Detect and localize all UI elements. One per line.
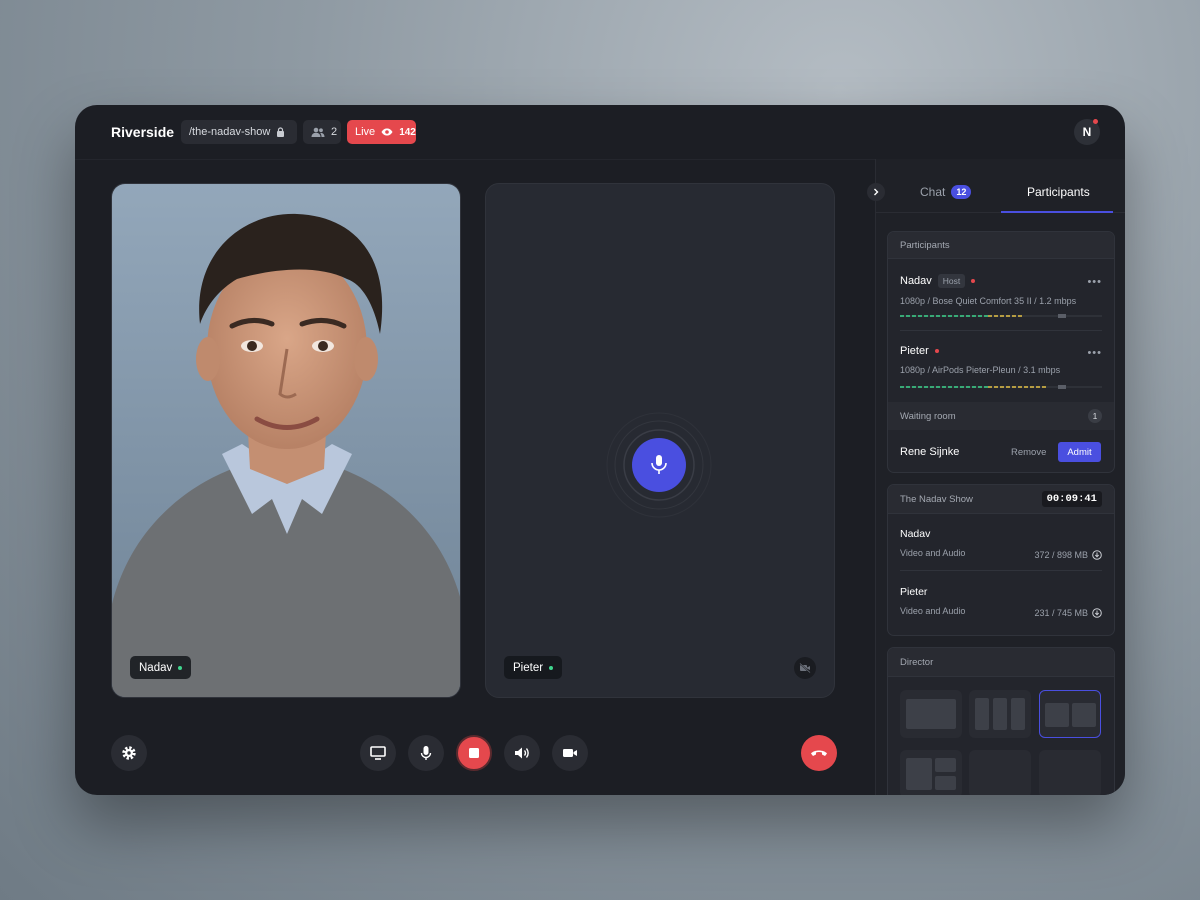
live-label: Live bbox=[355, 126, 376, 138]
nametag-nadav: Nadav bbox=[130, 656, 192, 679]
track-size: 231 / 745 MB bbox=[1034, 608, 1102, 618]
speaking-indicator bbox=[606, 412, 712, 518]
layout-option-three-column[interactable] bbox=[969, 690, 1031, 738]
participant-count-chip[interactable]: 2 bbox=[303, 120, 341, 144]
more-options-button[interactable]: ••• bbox=[1087, 347, 1102, 359]
record-stop-button[interactable] bbox=[456, 735, 492, 771]
online-status-dot bbox=[549, 665, 554, 670]
layout-option-empty[interactable] bbox=[1039, 750, 1101, 795]
recording-timer: 00:09:41 bbox=[1041, 491, 1102, 507]
row-divider bbox=[900, 330, 1102, 331]
participant-spec: 1080p / AirPods Pieter-Pleun / 3.1 mbps bbox=[900, 365, 1061, 375]
waiting-participant-name: Rene Sijnke bbox=[900, 446, 960, 458]
admit-button[interactable]: Admit bbox=[1058, 442, 1101, 462]
live-badge[interactable]: Live 142 bbox=[347, 120, 416, 144]
chat-unread-badge: 12 bbox=[951, 185, 972, 199]
more-options-button[interactable]: ••• bbox=[1087, 276, 1102, 288]
participant-row-pieter: Pieter 1080p / AirPods Pieter-Pleun / 3.… bbox=[900, 345, 1102, 389]
track-row-nadav: Nadav Video and Audio 372 / 898 MB bbox=[900, 528, 1102, 560]
host-badge: Host bbox=[937, 274, 966, 288]
layout-option-side-by-side[interactable] bbox=[1039, 690, 1101, 738]
layout-option-empty[interactable] bbox=[969, 750, 1031, 795]
settings-button[interactable] bbox=[111, 735, 147, 771]
collapse-panel-button[interactable] bbox=[867, 183, 885, 201]
studio-slug[interactable]: /the-nadav-show bbox=[181, 120, 297, 144]
settings-icon bbox=[122, 746, 136, 760]
track-row-pieter: Pieter Video and Audio 231 / 745 MB bbox=[900, 586, 1102, 618]
top-bar: Riverside /the-nadav-show 2 Live 142 N bbox=[75, 105, 1125, 160]
track-size-text: 372 / 898 MB bbox=[1034, 550, 1088, 560]
recording-dot bbox=[934, 349, 939, 353]
track-name: Pieter bbox=[900, 586, 928, 598]
active-tab-indicator bbox=[1001, 211, 1113, 213]
video-tile-nadav[interactable]: Nadav bbox=[111, 183, 461, 698]
remove-button[interactable]: Remove bbox=[1011, 447, 1046, 458]
participant-name: Pieter bbox=[900, 345, 929, 357]
online-status-dot bbox=[178, 665, 183, 670]
layout-option-grid[interactable] bbox=[900, 750, 962, 795]
participant-row-nadav: Nadav Host 1080p / Bose Quiet Comfort 35… bbox=[900, 274, 1102, 318]
audio-level-meter bbox=[900, 314, 1102, 318]
director-card: Director bbox=[887, 647, 1115, 795]
tab-participants[interactable]: Participants bbox=[1027, 185, 1090, 199]
track-name: Nadav bbox=[900, 528, 931, 540]
screen-share-button[interactable] bbox=[360, 735, 396, 771]
screen-share-icon bbox=[370, 746, 386, 760]
speaker-icon bbox=[515, 747, 529, 759]
director-card-title: Director bbox=[888, 648, 1114, 677]
video-tile-pieter[interactable]: Pieter bbox=[485, 183, 835, 698]
participants-card: Participants Nadav Host 1080p / Bose Qui… bbox=[887, 231, 1115, 473]
nametag-nadav-label: Nadav bbox=[139, 661, 173, 674]
audio-level-meter bbox=[900, 385, 1102, 389]
side-panel: Chat 12 Participants Participants Nadav … bbox=[867, 159, 1125, 795]
waiting-room-label: Waiting room bbox=[900, 410, 956, 422]
row-divider bbox=[900, 570, 1102, 571]
participants-card-title: Participants bbox=[888, 232, 1114, 259]
waiting-room-header: Waiting room 1 bbox=[888, 402, 1114, 430]
participant-video-image bbox=[112, 184, 460, 697]
lock-icon bbox=[276, 127, 285, 137]
participant-count: 2 bbox=[331, 126, 338, 138]
notification-dot bbox=[1093, 119, 1098, 124]
eye-icon bbox=[381, 128, 393, 136]
track-size-text: 231 / 745 MB bbox=[1034, 608, 1088, 618]
brand-logo: Riverside bbox=[111, 124, 175, 140]
participant-spec: 1080p / Bose Quiet Comfort 35 II / 1.2 m… bbox=[900, 296, 1077, 306]
recording-card: The Nadav Show 00:09:41 Nadav Video and … bbox=[887, 484, 1115, 636]
nametag-pieter: Pieter bbox=[504, 656, 563, 679]
nametag-pieter-label: Pieter bbox=[513, 661, 544, 674]
track-size: 372 / 898 MB bbox=[1034, 550, 1102, 560]
studio-slug-text: /the-nadav-show bbox=[189, 126, 271, 138]
layout-option-single[interactable] bbox=[900, 690, 962, 738]
end-call-button[interactable] bbox=[801, 735, 837, 771]
app-window: Riverside /the-nadav-show 2 Live 142 N N… bbox=[75, 105, 1125, 795]
camera-button[interactable] bbox=[552, 735, 588, 771]
camera-icon bbox=[563, 749, 577, 757]
record-stop-icon bbox=[469, 748, 479, 758]
camera-off-icon bbox=[794, 657, 816, 679]
people-icon bbox=[311, 127, 325, 137]
download-icon[interactable] bbox=[1092, 608, 1102, 618]
tab-chat[interactable]: Chat 12 bbox=[920, 185, 972, 199]
waiting-count-badge: 1 bbox=[1088, 409, 1102, 423]
speaker-button[interactable] bbox=[504, 735, 540, 771]
viewer-count: 142 bbox=[399, 126, 416, 138]
recording-dot bbox=[971, 279, 976, 283]
microphone-button[interactable] bbox=[408, 735, 444, 771]
download-icon[interactable] bbox=[1092, 550, 1102, 560]
participant-name: Nadav bbox=[900, 275, 932, 287]
microphone-icon bbox=[420, 746, 432, 760]
chevron-right-icon bbox=[874, 188, 879, 196]
end-call-icon bbox=[811, 750, 827, 756]
tab-chat-label: Chat bbox=[920, 185, 946, 199]
